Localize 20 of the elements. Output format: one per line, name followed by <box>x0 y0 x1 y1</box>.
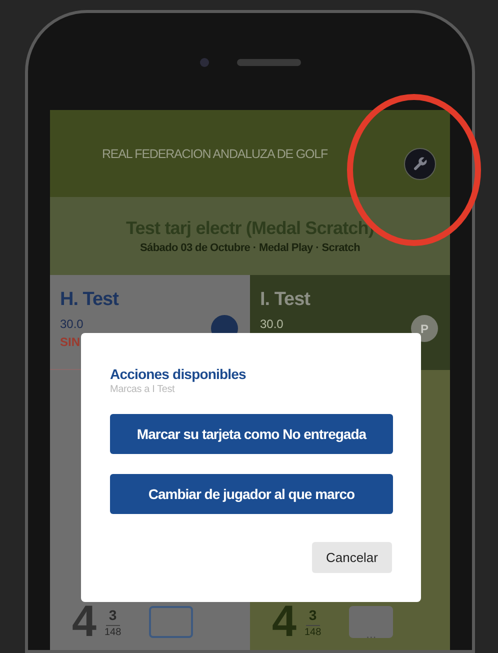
action-button[interactable]: Marcar su tarjeta como No entregada <box>110 414 393 454</box>
competition-subtitle: Sábado 03 de Octubre · Medal Play · Scratch <box>140 242 360 254</box>
camera-icon <box>200 58 208 67</box>
handicap: 30.0 <box>260 317 284 331</box>
action-button[interactable]: Cambiar de jugador al que marco <box>110 474 393 514</box>
dialog-subtitle: Marcas a I Test <box>110 384 176 395</box>
federation-title: REAL FEDERACION ANDALUZA DE GOLF <box>102 146 328 160</box>
hole-index: 3 <box>106 606 120 626</box>
speaker-icon <box>236 59 300 66</box>
wrench-icon[interactable] <box>404 148 436 180</box>
hole-length: 148 <box>304 626 322 638</box>
player-name: H. Test <box>60 289 120 311</box>
hole-index: 3 <box>306 606 320 626</box>
handicap: 30.0 <box>60 317 84 331</box>
hole-length: 148 <box>104 626 122 638</box>
hole-par: 4 <box>72 600 96 644</box>
status-label: SIN <box>60 335 82 349</box>
cancel-button[interactable]: Cancelar <box>312 542 392 573</box>
player-name: I. Test <box>260 289 312 311</box>
score-field[interactable] <box>149 606 194 638</box>
